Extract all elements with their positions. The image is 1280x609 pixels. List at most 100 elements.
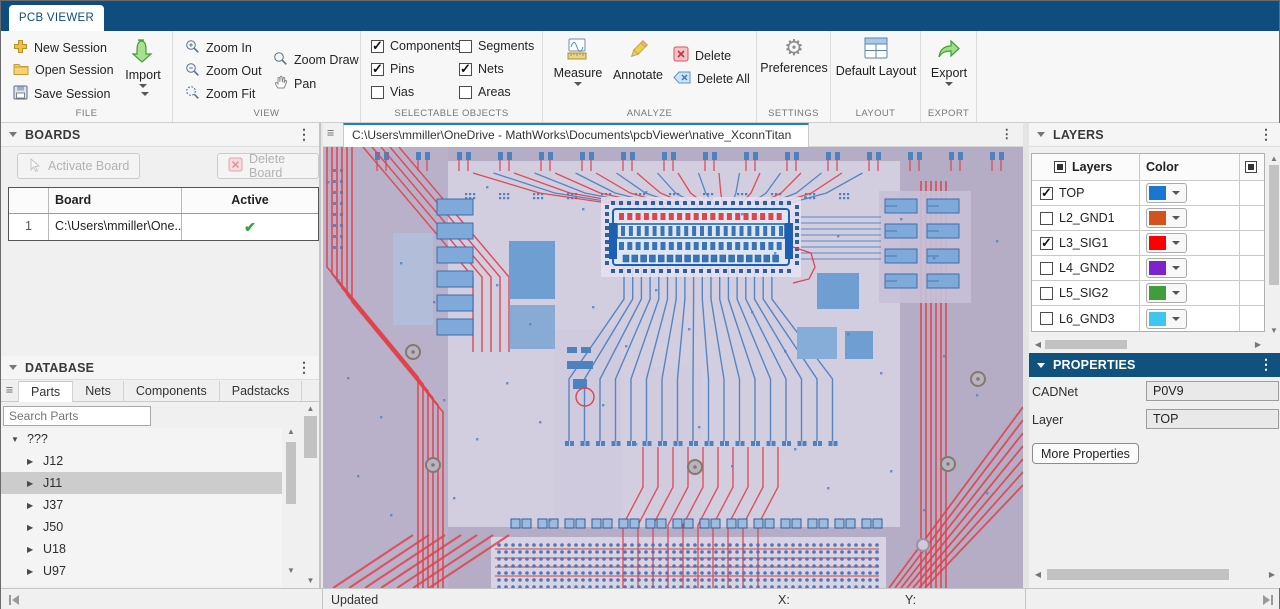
layer-row-l2-gnd1[interactable]: L2_GND1 <box>1032 206 1264 231</box>
tree-item-j11[interactable]: ▶ J11 <box>1 472 282 494</box>
annotate-button[interactable]: Annotate <box>609 37 667 82</box>
preferences-button[interactable]: ⚙ Preferences <box>760 37 828 75</box>
segments-checkbox[interactable]: Segments <box>459 39 534 53</box>
import-dropdown[interactable] <box>139 84 147 88</box>
pcb-canvas[interactable] <box>323 147 1023 588</box>
layer-visible-checkbox[interactable] <box>1040 212 1053 225</box>
activate-board-button[interactable]: Activate Board <box>17 153 140 179</box>
layer-row-l3-sig1[interactable]: L3_SIG1 <box>1032 231 1264 256</box>
layer-row-l6-gnd3[interactable]: L6_GND3 <box>1032 306 1264 331</box>
kebab-menu-icon[interactable]: ⋮ <box>297 126 311 143</box>
layers-hscrollbar[interactable]: ◀ ▶ <box>1031 338 1265 351</box>
delete-board-button[interactable]: Delete Board <box>217 153 319 179</box>
scroll-right-icon[interactable]: ▶ <box>1267 570 1277 579</box>
layer-color-dropdown[interactable] <box>1146 183 1187 203</box>
layer-visible-checkbox[interactable] <box>1040 187 1053 200</box>
chevron-right-icon[interactable]: ▶ <box>27 479 36 488</box>
layer-visible-checkbox[interactable] <box>1040 312 1053 325</box>
database-panel-header[interactable]: DATABASE ⋮ <box>1 356 319 380</box>
collapse-arrow-icon[interactable] <box>9 132 17 137</box>
chevron-right-icon[interactable]: ▶ <box>27 501 36 510</box>
scroll-right-icon[interactable]: ▶ <box>1253 340 1263 349</box>
select-all-checkbox[interactable] <box>1054 161 1066 173</box>
tree-item-j37[interactable]: ▶ J37 <box>1 494 282 516</box>
vias-checkbox[interactable]: Vias <box>371 85 414 99</box>
chevron-right-icon[interactable]: ▶ <box>27 567 36 576</box>
layer-color-dropdown[interactable] <box>1146 309 1187 329</box>
tree-item-root[interactable]: ▼ ??? <box>1 428 282 450</box>
layer-color-dropdown[interactable] <box>1146 208 1187 228</box>
chevron-down-icon[interactable]: ▼ <box>11 435 20 444</box>
ribbon-tab-pcb-viewer[interactable]: PCB VIEWER <box>9 5 104 31</box>
layer-visible-checkbox[interactable] <box>1040 287 1053 300</box>
boards-panel-header[interactable]: BOARDS ⋮ <box>1 123 319 147</box>
kebab-menu-icon[interactable]: ⋮ <box>297 359 311 376</box>
layer-color-dropdown[interactable] <box>1146 233 1187 253</box>
collapse-right-panel-icon[interactable] <box>1263 595 1273 605</box>
kebab-menu-icon[interactable]: ⋮ <box>1259 356 1273 373</box>
right-column-hscrollbar[interactable]: ◀ ▶ <box>1031 567 1279 582</box>
cadnet-field[interactable]: P0V9 <box>1146 381 1279 401</box>
delete-all-button[interactable]: Delete All <box>673 71 750 87</box>
layer-row-top[interactable]: TOP <box>1032 181 1264 206</box>
zoom-fit-button[interactable]: Zoom Fit <box>185 85 255 103</box>
collapse-arrow-icon[interactable] <box>1037 363 1045 368</box>
tree-item-j50[interactable]: ▶ J50 <box>1 516 282 538</box>
layer-visible-checkbox[interactable] <box>1040 237 1053 250</box>
nets-checkbox[interactable]: Nets <box>459 62 504 76</box>
zoom-draw-button[interactable]: Zoom Draw <box>273 51 359 69</box>
tree-item-u97[interactable]: ▶ U97 <box>1 560 282 582</box>
save-session-button[interactable]: Save Session <box>13 85 110 103</box>
tab-components[interactable]: Components <box>124 381 220 401</box>
measure-button[interactable]: Measure <box>553 37 603 86</box>
kebab-menu-icon[interactable]: ⋮ <box>1259 126 1273 143</box>
open-session-button[interactable]: Open Session <box>13 62 114 78</box>
more-properties-button[interactable]: More Properties <box>1032 443 1139 464</box>
kebab-menu-icon[interactable]: ⋮ <box>1001 126 1014 141</box>
scroll-down-icon[interactable]: ▼ <box>1267 326 1280 335</box>
scroll-left-icon[interactable]: ◀ <box>1033 570 1043 579</box>
scroll-up-icon[interactable]: ▲ <box>302 404 319 413</box>
properties-panel-header[interactable]: PROPERTIES ⋮ <box>1029 353 1280 377</box>
default-layout-button[interactable]: Default Layout <box>833 37 919 78</box>
layers-vscrollbar[interactable]: ▲ ▼ <box>1267 153 1280 336</box>
collapse-arrow-icon[interactable] <box>9 365 17 370</box>
pan-button[interactable]: Pan <box>273 74 316 93</box>
scroll-down-icon[interactable]: ▼ <box>284 566 298 575</box>
search-parts-input[interactable] <box>3 406 151 426</box>
layer-row-l5-sig2[interactable]: L5_SIG2 <box>1032 281 1264 306</box>
scroll-up-icon[interactable]: ▲ <box>1267 154 1280 163</box>
zoom-in-button[interactable]: Zoom In <box>185 39 252 57</box>
layers-panel-header[interactable]: LAYERS ⋮ <box>1029 123 1280 147</box>
tab-overflow-icon[interactable]: ≡ <box>327 126 334 140</box>
scroll-left-icon[interactable]: ◀ <box>1033 340 1043 349</box>
chevron-right-icon[interactable]: ▶ <box>27 457 36 466</box>
tree-item-j12[interactable]: ▶ J12 <box>1 450 282 472</box>
database-scrollbar[interactable]: ▲ ▼ <box>302 403 319 586</box>
collapse-arrow-icon[interactable] <box>1037 132 1045 137</box>
layer-visible-checkbox[interactable] <box>1040 262 1053 275</box>
delete-button[interactable]: Delete <box>673 46 731 65</box>
tree-item-u18[interactable]: ▶ U18 <box>1 538 282 560</box>
scroll-up-icon[interactable]: ▲ <box>284 427 298 436</box>
layer-color-dropdown[interactable] <box>1146 258 1187 278</box>
tab-parts[interactable]: Parts <box>19 381 73 402</box>
tab-nets[interactable]: Nets <box>73 381 124 401</box>
tab-overflow-icon[interactable]: ≡ <box>1 381 19 401</box>
pins-checkbox[interactable]: Pins <box>371 62 414 76</box>
layer-field[interactable]: TOP <box>1146 409 1279 429</box>
areas-checkbox[interactable]: Areas <box>459 85 511 99</box>
tree-scrollbar[interactable]: ▲ ▼ <box>284 426 298 576</box>
chevron-right-icon[interactable]: ▶ <box>27 523 36 532</box>
layer-color-dropdown[interactable] <box>1146 283 1187 303</box>
column-checkbox-icon[interactable] <box>1245 161 1257 173</box>
components-checkbox[interactable]: Components <box>371 39 461 53</box>
export-button[interactable]: Export <box>924 37 974 86</box>
layer-row-l4-gnd2[interactable]: L4_GND2 <box>1032 256 1264 281</box>
document-tab[interactable]: C:\Users\mmiller\OneDrive - MathWorks\Do… <box>343 123 809 147</box>
scroll-down-icon[interactable]: ▼ <box>302 576 319 585</box>
board-table-row[interactable]: 1 C:\Users\mmiller\One... ✔ <box>9 214 318 240</box>
chevron-right-icon[interactable]: ▶ <box>27 545 36 554</box>
measure-dropdown[interactable] <box>574 82 582 86</box>
tab-padstacks[interactable]: Padstacks <box>220 381 303 401</box>
